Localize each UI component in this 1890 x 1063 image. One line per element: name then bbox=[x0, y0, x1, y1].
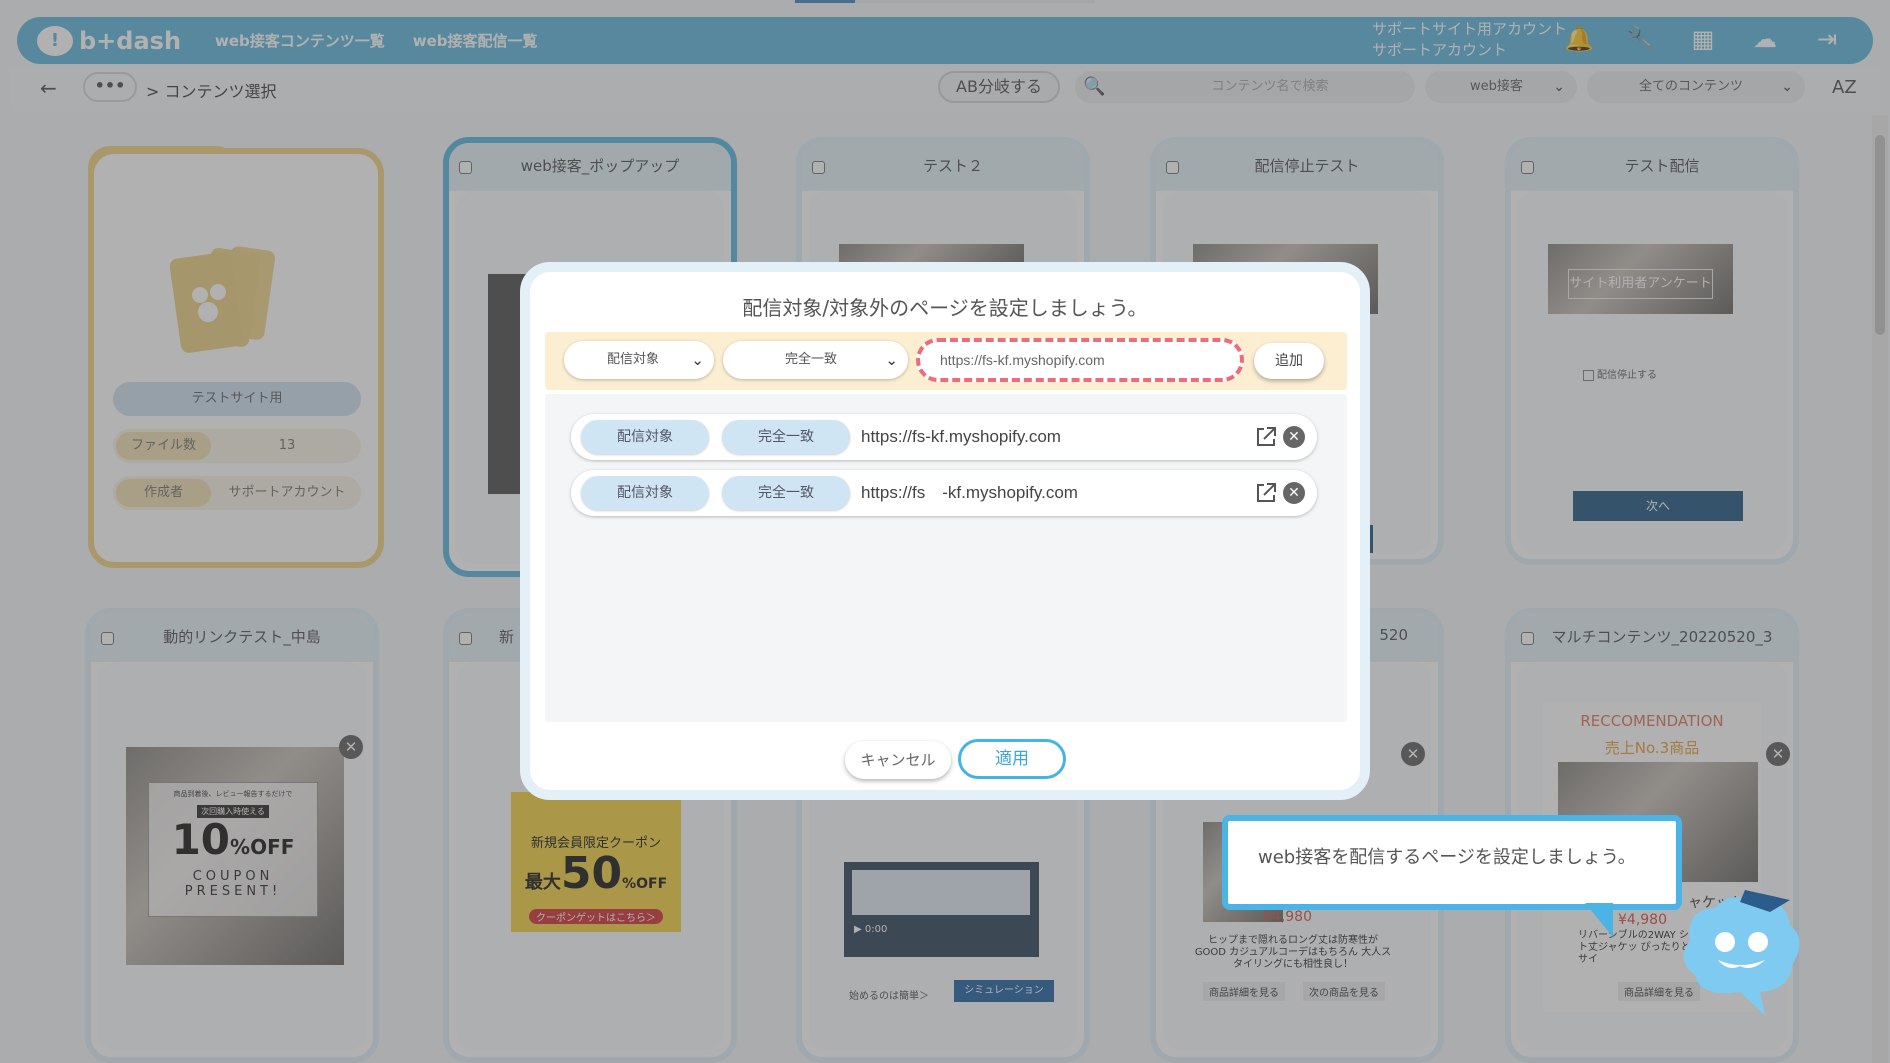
chevron-down-icon: ⌄ bbox=[885, 351, 898, 369]
rule-match-pill[interactable]: 完全一致 bbox=[722, 420, 850, 454]
rule-list: 配信対象 完全一致 https://fs-kf.myshopify.com ✕ … bbox=[545, 394, 1347, 722]
delete-icon[interactable]: ✕ bbox=[1283, 426, 1305, 448]
url-input[interactable]: https://fs-kf.myshopify.com bbox=[916, 338, 1244, 382]
chevron-down-icon: ⌄ bbox=[691, 351, 704, 369]
guide-tooltip: web接客を配信するページを設定しましょう。 bbox=[1222, 815, 1682, 910]
delivery-target-modal: 配信対象/対象外のページを設定しましょう。 配信対象 ⌄ 完全一致 ⌄ https:… bbox=[520, 262, 1370, 800]
tooltip-tail bbox=[1585, 903, 1613, 937]
rule-entry-bar: 配信対象 ⌄ 完全一致 ⌄ https://fs-kf.myshopify.com … bbox=[545, 332, 1347, 390]
add-button[interactable]: 追加 bbox=[1254, 343, 1324, 379]
match-select-value: 完全一致 bbox=[785, 352, 838, 367]
rule-target-pill[interactable]: 配信対象 bbox=[581, 420, 709, 454]
target-select[interactable]: 配信対象 ⌄ bbox=[564, 341, 714, 379]
match-select[interactable]: 完全一致 ⌄ bbox=[723, 341, 908, 379]
rule-url: https://fs-kf.myshopify.com bbox=[861, 427, 1061, 446]
delete-icon[interactable]: ✕ bbox=[1283, 482, 1305, 504]
rule-url: https://fs -kf.myshopify.com bbox=[861, 483, 1078, 502]
rule-row: 配信対象 完全一致 https://fs-kf.myshopify.com ✕ bbox=[571, 414, 1317, 460]
open-link-icon[interactable] bbox=[1255, 482, 1277, 504]
mascot-icon bbox=[1683, 890, 1800, 1015]
target-select-value: 配信対象 bbox=[607, 352, 660, 367]
open-link-icon[interactable] bbox=[1255, 426, 1277, 448]
modal-title: 配信対象/対象外のページを設定しましょう。 bbox=[742, 296, 1148, 320]
apply-button[interactable]: 適用 bbox=[958, 739, 1066, 779]
rule-row: 配信対象 完全一致 https://fs -kf.myshopify.com ✕ bbox=[571, 470, 1317, 516]
cancel-button[interactable]: キャンセル bbox=[845, 741, 951, 779]
rule-target-pill[interactable]: 配信対象 bbox=[581, 476, 709, 510]
rule-match-pill[interactable]: 完全一致 bbox=[722, 476, 850, 510]
